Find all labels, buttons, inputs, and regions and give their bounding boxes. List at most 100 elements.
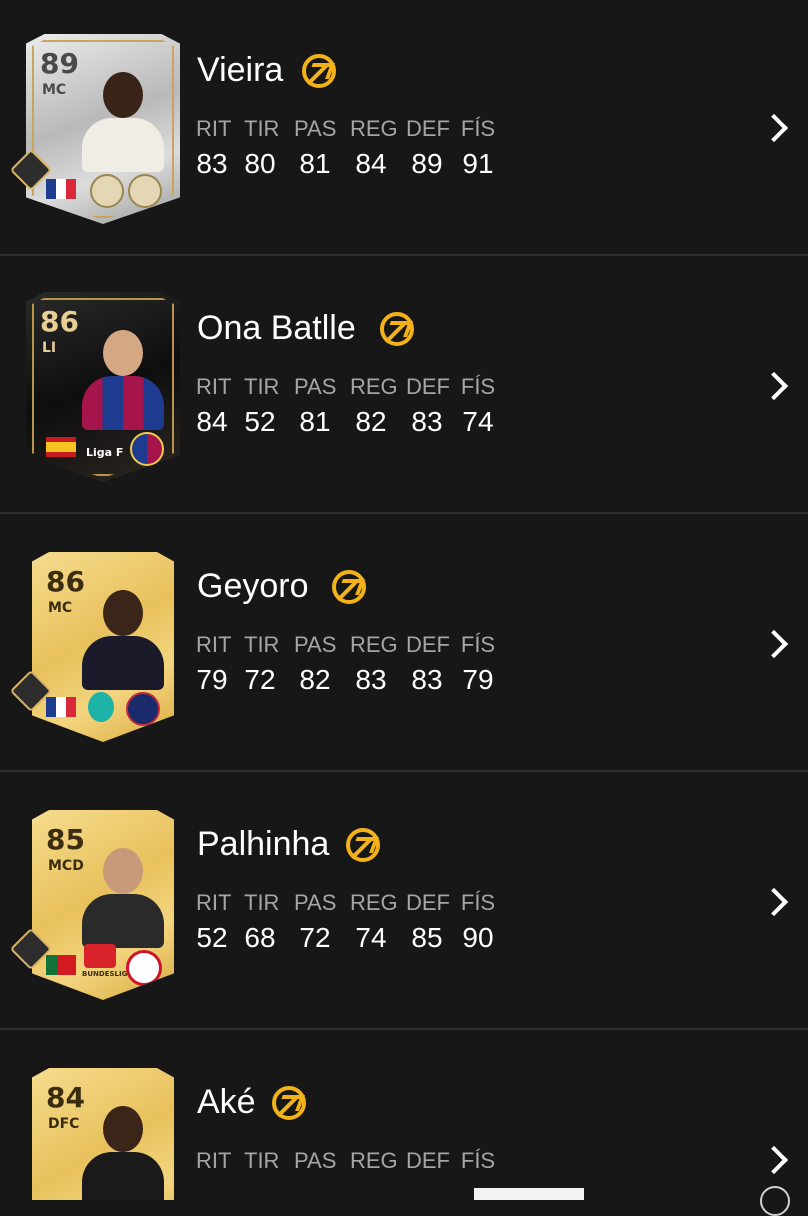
league-badge: Liga F [86, 432, 126, 462]
stat-label: PAS [294, 632, 337, 657]
player-card: 86 LI Liga F [26, 292, 180, 482]
club-badge-icon [126, 950, 162, 986]
swap-icon [332, 570, 366, 604]
stat-label: REG [350, 890, 398, 915]
stat-label: FÍS [460, 374, 496, 399]
stat-value: 81 [299, 406, 331, 437]
icon-badge [128, 174, 162, 208]
player-card: 85 MCD BUNDESLIGA [32, 810, 174, 1000]
stat-value: 72 [299, 922, 331, 953]
stat-value: 84 [196, 406, 228, 437]
stat-value: 83 [196, 148, 228, 179]
league-badge-icon [88, 692, 114, 722]
stat-label: TIR [244, 1148, 280, 1173]
chevron-right-icon[interactable] [759, 371, 789, 401]
player-photo [78, 62, 168, 172]
player-row[interactable]: 86 LI Liga F Ona Batlle RIT 84 TIR 52 PAS 8… [0, 258, 808, 514]
league-label: Liga F [86, 446, 124, 459]
stat-label: REG [350, 116, 398, 141]
player-name: Geyoro [197, 567, 309, 605]
stat-value: 79 [196, 664, 228, 695]
chevron-right-icon[interactable] [759, 629, 789, 659]
stat-value: 81 [299, 148, 331, 179]
club-badge-icon [130, 432, 164, 466]
player-photo [78, 1096, 168, 1200]
player-row[interactable]: 84 DFC Aké RIT TIR PAS REG DEF FÍS [0, 1032, 808, 1200]
stat-label: DEF [406, 632, 450, 657]
card-rating: 84 [46, 1081, 85, 1114]
stat-value: 80 [244, 148, 276, 179]
player-row[interactable]: 86 MC Geyoro RIT 79 TIR 72 PAS 82 REG 83 DEF… [0, 516, 808, 772]
stat-value: 74 [355, 922, 387, 953]
stat-value: 84 [355, 148, 387, 179]
stat-label: TIR [244, 632, 280, 657]
player-row[interactable]: 89 MC Vieira RIT 83 TIR 80 PAS 81 REG 84 DEF… [0, 0, 808, 256]
swap-icon [346, 828, 380, 862]
player-name: Vieira [197, 51, 284, 89]
nation-flag-icon [46, 955, 76, 975]
player-card: 89 MC [26, 34, 180, 224]
stat-value: 74 [462, 406, 494, 437]
nation-flag-icon [46, 697, 76, 717]
card-position: LI [42, 340, 57, 356]
stat-value: 91 [462, 148, 494, 179]
bottom-overlay-bar[interactable] [474, 1188, 584, 1200]
stat-label: FÍS [460, 1148, 496, 1173]
stat-value: 90 [462, 922, 494, 953]
stat-label: RIT [196, 1148, 232, 1173]
stat-label: PAS [294, 116, 337, 141]
stat-label: RIT [196, 116, 232, 141]
card-rating: 86 [46, 565, 85, 598]
league-badge [84, 944, 116, 968]
player-name: Palhinha [197, 825, 330, 863]
stat-value: 83 [411, 664, 443, 695]
player-photo [78, 838, 168, 948]
stat-label: TIR [244, 890, 280, 915]
stat-label: DEF [406, 890, 450, 915]
stat-label: RIT [196, 890, 232, 915]
stat-label: TIR [244, 116, 280, 141]
swap-icon [380, 312, 414, 346]
stat-label: DEF [406, 374, 450, 399]
nation-flag-icon [46, 437, 76, 457]
stat-label: FÍS [460, 890, 496, 915]
stat-label: FÍS [460, 632, 496, 657]
stat-value: 82 [355, 406, 387, 437]
stat-label: PAS [294, 890, 337, 915]
stat-label: FÍS [460, 116, 496, 141]
nation-flag-icon [46, 179, 76, 199]
stat-value: 52 [196, 922, 228, 953]
card-position: DFC [48, 1116, 80, 1132]
stat-label: PAS [294, 374, 337, 399]
stat-label: DEF [406, 1148, 450, 1173]
stat-value: 83 [355, 664, 387, 695]
stat-value: 89 [411, 148, 443, 179]
chevron-right-icon[interactable] [759, 887, 789, 917]
stat-label: RIT [196, 632, 232, 657]
player-card: 84 DFC [32, 1068, 174, 1200]
stat-value: 85 [411, 922, 443, 953]
stat-value: 79 [462, 664, 494, 695]
stat-value: 52 [244, 406, 276, 437]
chevron-right-icon[interactable] [759, 1145, 789, 1175]
player-photo [78, 580, 168, 690]
stat-value: 82 [299, 664, 331, 695]
card-rating: 85 [46, 823, 85, 856]
swap-icon [272, 1086, 306, 1120]
player-photo [78, 320, 168, 430]
player-name: Aké [197, 1083, 256, 1121]
league-label: BUNDESLIGA [82, 970, 133, 978]
chevron-right-icon[interactable] [759, 113, 789, 143]
card-position: MC [42, 82, 67, 98]
stat-label: REG [350, 1148, 398, 1173]
stat-label: TIR [244, 374, 280, 399]
player-name: Ona Batlle [197, 309, 356, 347]
stat-label: DEF [406, 116, 450, 141]
stat-value: 72 [244, 664, 276, 695]
player-row[interactable]: 85 MCD BUNDESLIGA Palhinha RIT 52 TIR 68 P… [0, 774, 808, 1030]
swap-icon [302, 54, 336, 88]
icon-badge [90, 174, 124, 208]
floating-action-icon[interactable] [760, 1186, 790, 1216]
stat-label: REG [350, 632, 398, 657]
stat-value: 83 [411, 406, 443, 437]
